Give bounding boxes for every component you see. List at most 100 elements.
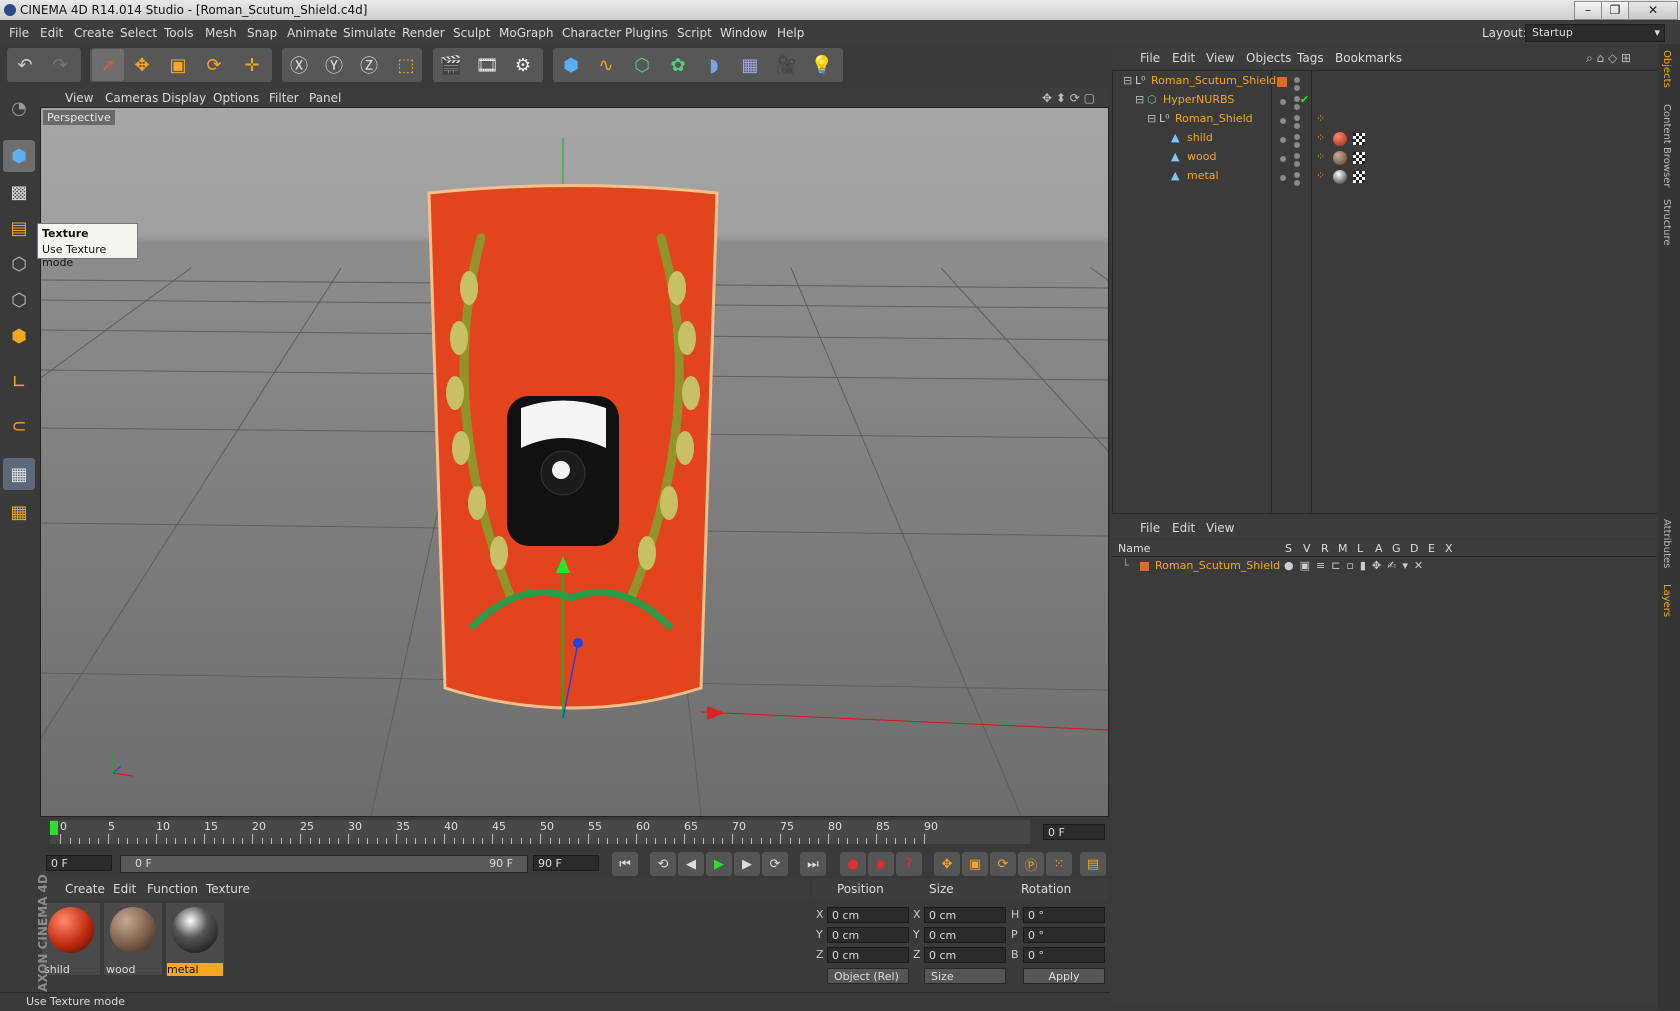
object-menu-bookmarks[interactable]: Bookmarks: [1335, 51, 1402, 65]
object-menu-edit[interactable]: Edit: [1172, 51, 1195, 65]
start-frame-field[interactable]: 0 F: [46, 855, 112, 871]
object-row[interactable]: ▲ shild ⁘: [1113, 131, 1658, 150]
layer-menu-file[interactable]: File: [1140, 521, 1160, 535]
menu-simulate[interactable]: Simulate: [343, 26, 396, 40]
playhead[interactable]: [50, 821, 58, 835]
autokey-icon[interactable]: ◉: [868, 852, 894, 876]
nurbs-icon[interactable]: ⬡: [626, 49, 658, 81]
material-metal[interactable]: metal: [166, 903, 224, 976]
tab-objects[interactable]: Objects: [1661, 50, 1672, 88]
layer-col-manager[interactable]: M: [1338, 542, 1348, 555]
tab-layers[interactable]: Layers: [1661, 584, 1672, 617]
menu-animate[interactable]: Animate: [287, 26, 337, 40]
menu-script[interactable]: Script: [677, 26, 712, 40]
play-icon[interactable]: ▶: [706, 852, 732, 876]
y-axis-icon[interactable]: Ⓨ: [318, 49, 350, 81]
cube-icon[interactable]: ⬢: [555, 49, 587, 81]
layer-row[interactable]: └ Roman_Scutum_Shield ●▣≡⊏▫▮✥✍▾✕: [1112, 557, 1657, 576]
layer-menu-view[interactable]: View: [1206, 521, 1234, 535]
points-mode-icon[interactable]: ⬡: [3, 248, 35, 280]
object-name[interactable]: wood: [1187, 150, 1216, 163]
timeline[interactable]: 0 5 10 15 20 25 30 35 40 45 50 55 60 65 70 75 80 85 90 0 F: [40, 817, 1108, 847]
layer-col-animation[interactable]: A: [1375, 542, 1383, 555]
rotation-h-field[interactable]: 0 °: [1023, 907, 1105, 923]
render-settings-icon[interactable]: ⚙: [507, 49, 539, 81]
material-menu-create[interactable]: Create: [65, 882, 105, 896]
menu-file[interactable]: File: [9, 26, 29, 40]
live-selection-icon[interactable]: ➚: [92, 49, 124, 81]
layer-flag-icons[interactable]: ●▣≡⊏▫▮✥✍▾✕: [1284, 559, 1429, 572]
layer-name[interactable]: Roman_Scutum_Shield: [1155, 559, 1280, 572]
apply-button[interactable]: Apply: [1023, 968, 1105, 984]
position-x-field[interactable]: 0 cm: [827, 907, 909, 923]
transform-icon[interactable]: ✛: [236, 49, 268, 81]
close-button[interactable]: ✕: [1628, 1, 1678, 20]
viewport-menu-options[interactable]: Options: [213, 91, 259, 105]
expand-icon[interactable]: ⊟: [1147, 112, 1156, 125]
z-axis-icon[interactable]: Ⓩ: [353, 49, 385, 81]
undo-icon[interactable]: ↶: [9, 49, 41, 81]
prev-key-icon[interactable]: ⟲: [650, 852, 676, 876]
workplane-mode-icon[interactable]: ▤: [3, 212, 35, 244]
rotate-icon[interactable]: ⟳: [198, 49, 230, 81]
maximize-button[interactable]: ❐: [1601, 1, 1629, 20]
material-tag-metal[interactable]: [1333, 170, 1347, 184]
rotation-p-field[interactable]: 0 °: [1023, 927, 1105, 943]
material-shild[interactable]: shild: [42, 903, 100, 976]
material-tag-shild[interactable]: [1333, 132, 1347, 146]
next-key-icon[interactable]: ⟳: [762, 852, 788, 876]
viewport-nav-icons[interactable]: ✥ ⬍ ⟳ ▢: [1042, 91, 1095, 105]
floor-icon[interactable]: ▦: [734, 49, 766, 81]
position-y-field[interactable]: 0 cm: [827, 927, 909, 943]
deformer-icon[interactable]: ◗: [698, 49, 730, 81]
object-row[interactable]: ▲ metal ⁘: [1113, 169, 1658, 188]
coordinate-mode-select[interactable]: Object (Rel): [827, 968, 909, 984]
menu-mesh[interactable]: Mesh: [205, 26, 237, 40]
light-icon[interactable]: 💡: [806, 49, 838, 81]
viewport-3d[interactable]: Perspective: [40, 107, 1109, 817]
material-menu-edit[interactable]: Edit: [113, 882, 136, 896]
size-mode-select[interactable]: Size: [924, 968, 1006, 984]
layout-select[interactable]: Startup ▾: [1525, 24, 1665, 42]
next-frame-icon[interactable]: ▶: [734, 852, 760, 876]
texture-mode-icon[interactable]: ▩: [3, 176, 35, 208]
material-menu-texture[interactable]: Texture: [206, 882, 250, 896]
expand-icon[interactable]: ⊟: [1123, 74, 1132, 87]
current-frame-field[interactable]: 0 F: [1043, 824, 1105, 840]
minimize-button[interactable]: –: [1574, 1, 1602, 20]
key-position-icon[interactable]: ✥: [934, 852, 960, 876]
object-name[interactable]: shild: [1187, 131, 1213, 144]
menu-plugins[interactable]: Plugins: [625, 26, 668, 40]
object-menu-objects[interactable]: Objects: [1246, 51, 1291, 65]
render-view-icon[interactable]: 🎬: [435, 49, 467, 81]
viewport-menu-filter[interactable]: Filter: [269, 91, 299, 105]
key-parameter-icon[interactable]: Ⓟ: [1018, 852, 1044, 876]
key-rotation-icon[interactable]: ⟳: [990, 852, 1016, 876]
snap-magnet-icon[interactable]: ⊂: [3, 410, 35, 442]
viewport-menu-cameras[interactable]: Cameras: [105, 91, 158, 105]
object-name[interactable]: metal: [1187, 169, 1219, 182]
uvw-tag-icon[interactable]: [1353, 171, 1365, 183]
tab-structure[interactable]: Structure: [1661, 199, 1672, 246]
object-name[interactable]: Roman_Shield: [1175, 112, 1253, 125]
menu-snap[interactable]: Snap: [247, 26, 277, 40]
tab-content-browser[interactable]: Content Browser: [1661, 104, 1672, 187]
menu-tools[interactable]: Tools: [164, 26, 194, 40]
move-icon[interactable]: ✥: [126, 49, 158, 81]
size-y-field[interactable]: 0 cm: [924, 927, 1006, 943]
frame-range-slider[interactable]: 0 F 90 F: [120, 855, 528, 873]
record-icon[interactable]: ●: [840, 852, 866, 876]
checkmark-icon[interactable]: ✔: [1300, 93, 1309, 106]
timeline-window-icon[interactable]: ▤: [1080, 852, 1106, 876]
viewport-menu-panel[interactable]: Panel: [309, 91, 341, 105]
object-row[interactable]: ▲ wood ⁘: [1113, 150, 1658, 169]
keyframe-selection-icon[interactable]: ?: [896, 852, 922, 876]
material-menu-function[interactable]: Function: [147, 882, 198, 896]
menu-render[interactable]: Render: [402, 26, 445, 40]
layer-col-deformers[interactable]: D: [1410, 542, 1418, 555]
layer-col-locked[interactable]: L: [1357, 542, 1363, 555]
workplane-lock-icon[interactable]: ▦: [3, 458, 35, 490]
layer-menu-edit[interactable]: Edit: [1172, 521, 1195, 535]
menu-create[interactable]: Create: [74, 26, 114, 40]
make-editable-icon[interactable]: ◔: [3, 92, 35, 124]
